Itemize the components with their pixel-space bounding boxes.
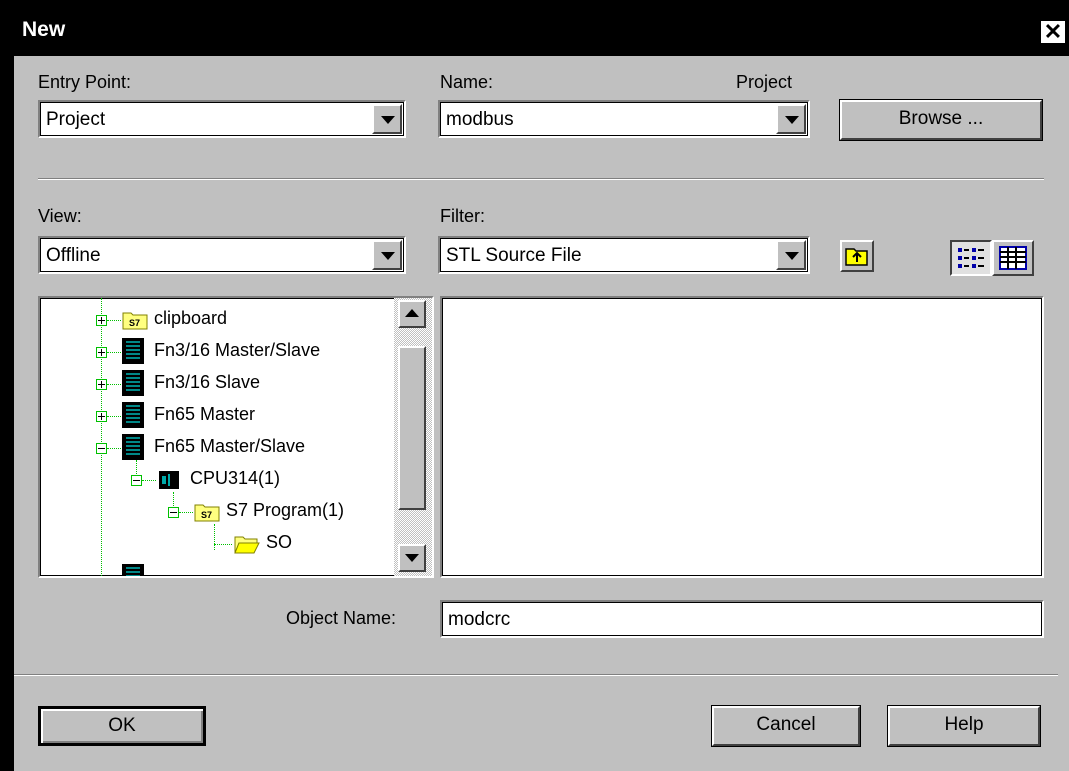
title-bar[interactable]: New ✕: [0, 0, 1069, 56]
filter-label: Filter:: [440, 206, 485, 226]
table-view-button[interactable]: [992, 240, 1034, 276]
entry-point-label: Entry Point:: [38, 72, 132, 92]
tree-line: [107, 320, 121, 321]
name-combo[interactable]: modbus: [438, 100, 810, 138]
list-view-icon: [958, 248, 984, 268]
up-arrow-icon: [405, 309, 419, 317]
tree-line: [107, 448, 121, 449]
scroll-thumb[interactable]: [398, 346, 426, 510]
tree-line: [214, 524, 215, 550]
open-folder-icon: [234, 536, 260, 554]
svg-text:S7: S7: [129, 318, 140, 328]
tree-scrollbar[interactable]: [394, 298, 432, 576]
close-icon: ✕: [1043, 19, 1063, 44]
view-combo[interactable]: Offline: [38, 236, 406, 274]
object-name-input[interactable]: modcrc: [440, 600, 1044, 638]
station-icon: [122, 564, 144, 576]
dialog-client-area: Entry Point: Project Name: Project modbu…: [14, 56, 1069, 771]
station-icon: [122, 402, 144, 428]
up-folder-icon: [845, 248, 868, 266]
collapse-icon[interactable]: [168, 507, 179, 518]
tree-item-clipboard[interactable]: clipboard: [154, 308, 227, 334]
entry-point-dropdown-arrow[interactable]: [372, 104, 402, 134]
help-button[interactable]: Help: [887, 705, 1041, 747]
separator-top: [38, 178, 1044, 180]
object-name-value: modcrc: [448, 609, 511, 630]
filter-value: STL Source File: [446, 245, 582, 266]
close-button[interactable]: ✕: [1040, 20, 1066, 44]
scroll-up-button[interactable]: [398, 300, 426, 328]
view-value: Offline: [46, 245, 101, 266]
collapse-icon[interactable]: [96, 443, 107, 454]
tree-line: [107, 416, 121, 417]
tree-item-fn65-master[interactable]: Fn65 Master: [154, 404, 255, 430]
name-label: Name:: [440, 72, 494, 92]
tree-item-fn3-16-slave[interactable]: Fn3/16 Slave: [154, 372, 260, 398]
s7-folder-icon: S7: [122, 312, 148, 330]
browse-button[interactable]: Browse ...: [839, 99, 1043, 141]
tree-item-fn3-16-master-slave[interactable]: Fn3/16 Master/Slave: [154, 340, 320, 366]
s7-folder-icon: S7: [194, 504, 220, 522]
tree-line: [179, 512, 193, 513]
window-title: New: [22, 18, 66, 41]
name-dropdown-arrow[interactable]: [776, 104, 806, 134]
expand-icon[interactable]: [96, 315, 107, 326]
down-arrow-icon: [405, 554, 419, 562]
object-list[interactable]: [440, 296, 1044, 578]
station-icon: [122, 370, 144, 396]
tree-line: [101, 298, 102, 576]
up-one-level-button[interactable]: [840, 240, 874, 272]
scroll-down-button[interactable]: [398, 544, 426, 572]
collapse-icon[interactable]: [131, 475, 142, 486]
expand-icon[interactable]: [96, 411, 107, 422]
filter-dropdown-arrow[interactable]: [776, 240, 806, 270]
name-type-label: Project: [736, 72, 793, 92]
entry-point-value: Project: [46, 109, 106, 130]
details-view-button[interactable]: [950, 240, 992, 276]
view-dropdown-arrow[interactable]: [372, 240, 402, 270]
object-name-label: Object Name:: [286, 608, 397, 628]
cancel-button[interactable]: Cancel: [711, 705, 861, 747]
project-tree[interactable]: S7 clipboard Fn3/16 Master/Slave Fn3/16 …: [38, 296, 434, 578]
entry-point-combo[interactable]: Project: [38, 100, 406, 138]
tree-line: [107, 384, 121, 385]
expand-icon[interactable]: [96, 347, 107, 358]
ok-button[interactable]: OK: [38, 706, 206, 746]
station-icon: [122, 338, 144, 364]
name-value: modbus: [446, 109, 514, 130]
tree-line: [107, 352, 121, 353]
cpu-icon: [159, 471, 179, 489]
svg-text:S7: S7: [201, 510, 212, 520]
view-label: View:: [38, 206, 82, 226]
tree-item-cpu314[interactable]: CPU314(1): [190, 468, 280, 494]
separator-bottom: [14, 674, 1058, 676]
station-icon: [122, 434, 144, 460]
tree-item-fn65-master-slave[interactable]: Fn65 Master/Slave: [154, 436, 305, 462]
expand-icon[interactable]: [96, 379, 107, 390]
grid-view-icon: [999, 246, 1027, 270]
filter-combo[interactable]: STL Source File: [438, 236, 810, 274]
tree-line: [142, 480, 156, 481]
tree-item-so[interactable]: SO: [266, 532, 292, 558]
tree-line: [214, 544, 232, 545]
tree-item-s7-program[interactable]: S7 Program(1): [226, 500, 344, 526]
new-dialog: New ✕ Entry Point: Project Name: Project…: [0, 0, 1069, 771]
